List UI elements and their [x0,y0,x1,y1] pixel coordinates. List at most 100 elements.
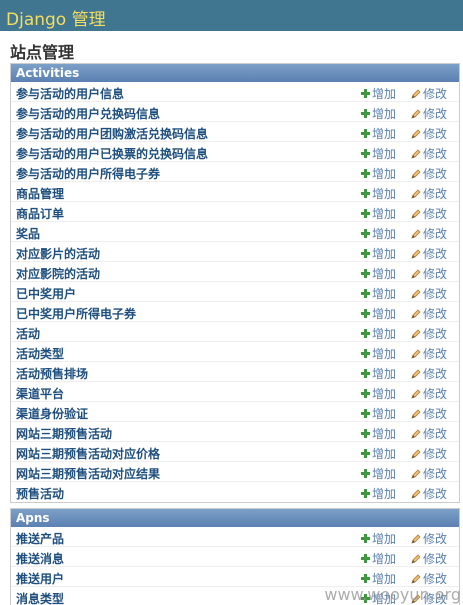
add-link[interactable]: 增加 [361,445,396,462]
add-label: 增加 [372,287,397,301]
change-link[interactable]: 修改 [411,85,447,102]
change-link[interactable]: 修改 [411,405,447,422]
change-link[interactable]: 修改 [411,205,447,222]
model-link[interactable]: 对应影院的活动 [16,265,100,282]
model-link[interactable]: 活动预售排场 [16,365,88,382]
model-link[interactable]: 已中奖用户 [16,285,76,302]
add-link[interactable]: 增加 [361,125,396,142]
add-link[interactable]: 增加 [361,225,396,242]
model-link[interactable]: 参与活动的用户兑换码信息 [16,105,160,122]
model-link[interactable]: 参与活动的用户团购激活兑换码信息 [16,125,208,142]
add-link[interactable]: 增加 [361,265,396,282]
add-link[interactable]: 增加 [361,405,396,422]
add-link[interactable]: 增加 [361,365,396,382]
model-list-activities: 参与活动的用户信息 增加 修改 参与活动的用户兑换码信息 增加 修改 参与活动的用户团购激活… [11,82,459,502]
add-link[interactable]: 增加 [361,425,396,442]
model-row: 活动 增加 修改 [11,322,459,342]
pencil-icon [411,267,423,281]
change-link[interactable]: 修改 [411,305,447,322]
model-row: 渠道身份验证 增加 修改 [11,402,459,422]
change-label: 修改 [423,552,448,566]
plus-icon [361,109,370,118]
model-link[interactable]: 渠道身份验证 [16,405,88,422]
add-label: 增加 [372,167,397,181]
module-caption-apns[interactable]: Apns [11,509,459,527]
add-link[interactable]: 增加 [361,285,396,302]
change-link[interactable]: 修改 [411,345,447,362]
model-link[interactable]: 商品管理 [16,185,64,202]
add-link[interactable]: 增加 [361,550,396,567]
add-link[interactable]: 增加 [361,385,396,402]
change-link[interactable]: 修改 [411,325,447,342]
add-label: 增加 [372,147,397,161]
model-row: 渠道平台 增加 修改 [11,382,459,402]
model-link[interactable]: 参与活动的用户已换票的兑换码信息 [16,145,208,162]
add-label: 增加 [372,307,397,321]
change-link[interactable]: 修改 [411,245,447,262]
model-link[interactable]: 推送用户 [16,570,64,587]
change-label: 修改 [423,447,448,461]
model-link[interactable]: 推送产品 [16,530,64,547]
model-link[interactable]: 网站三期预售活动 [16,425,112,442]
add-link[interactable]: 增加 [361,145,396,162]
model-link[interactable]: 活动 [16,325,40,342]
change-link[interactable]: 修改 [411,445,447,462]
change-link[interactable]: 修改 [411,550,447,567]
add-link[interactable]: 增加 [361,485,396,502]
add-link[interactable]: 增加 [361,105,396,122]
change-link[interactable]: 修改 [411,365,447,382]
model-link[interactable]: 已中奖用户所得电子券 [16,305,136,322]
model-link[interactable]: 对应影片的活动 [16,245,100,262]
pencil-icon [411,487,423,501]
model-link[interactable]: 参与活动的用户信息 [16,85,124,102]
pencil-icon [411,127,423,141]
change-link[interactable]: 修改 [411,185,447,202]
model-link[interactable]: 网站三期预售活动对应价格 [16,445,160,462]
model-link[interactable]: 渠道平台 [16,385,64,402]
model-link[interactable]: 商品订单 [16,205,64,222]
module-activities: Activities 参与活动的用户信息 增加 修改 参与活动的用户兑换码信息 增加 修改… [10,63,460,503]
change-label: 修改 [423,247,448,261]
add-link[interactable]: 增加 [361,85,396,102]
change-link[interactable]: 修改 [411,165,447,182]
add-link[interactable]: 增加 [361,185,396,202]
change-link[interactable]: 修改 [411,530,447,547]
add-label: 增加 [372,407,397,421]
change-link[interactable]: 修改 [411,265,447,282]
add-label: 增加 [372,87,397,101]
plus-icon [361,389,370,398]
model-link[interactable]: 活动类型 [16,345,64,362]
model-link[interactable]: 奖品 [16,225,40,242]
change-link[interactable]: 修改 [411,225,447,242]
model-link[interactable]: 预售活动 [16,485,64,502]
change-link[interactable]: 修改 [411,105,447,122]
add-link[interactable]: 增加 [361,305,396,322]
model-link[interactable]: 网站三期预售活动对应结果 [16,465,160,482]
add-link[interactable]: 增加 [361,205,396,222]
change-link[interactable]: 修改 [411,145,447,162]
add-link[interactable]: 增加 [361,165,396,182]
model-row: 网站三期预售活动 增加 修改 [11,422,459,442]
plus-icon [361,129,370,138]
site-brand[interactable]: Django 管理 [6,5,106,30]
add-link[interactable]: 增加 [361,345,396,362]
change-label: 修改 [423,187,448,201]
change-link[interactable]: 修改 [411,285,447,302]
add-link[interactable]: 增加 [361,465,396,482]
add-link[interactable]: 增加 [361,530,396,547]
model-row: 参与活动的用户信息 增加 修改 [11,82,459,102]
model-link[interactable]: 推送消息 [16,550,64,567]
change-link[interactable]: 修改 [411,465,447,482]
model-link[interactable]: 消息类型 [16,590,64,605]
pencil-icon [411,247,423,261]
model-link[interactable]: 参与活动的用户所得电子券 [16,165,160,182]
change-link[interactable]: 修改 [411,425,447,442]
module-caption-activities[interactable]: Activities [11,64,459,82]
add-label: 增加 [372,572,397,586]
add-link[interactable]: 增加 [361,325,396,342]
change-link[interactable]: 修改 [411,125,447,142]
change-link[interactable]: 修改 [411,385,447,402]
add-label: 增加 [372,207,397,221]
add-link[interactable]: 增加 [361,245,396,262]
change-link[interactable]: 修改 [411,485,447,502]
